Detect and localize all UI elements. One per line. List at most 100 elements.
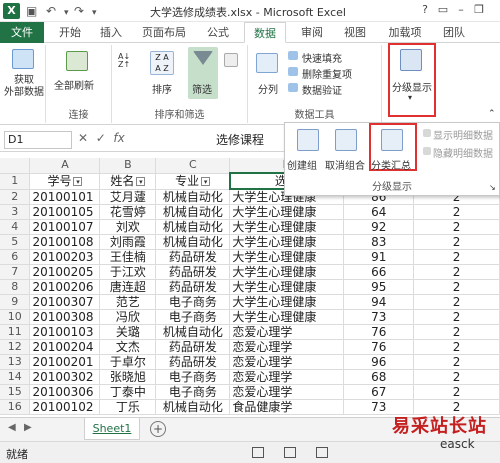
tab-file[interactable]: 文件 xyxy=(0,22,44,43)
table-cell[interactable]: 20100205 xyxy=(29,264,101,280)
tab-add-ins[interactable]: 加载项 xyxy=(382,22,428,43)
outline-button[interactable]: 分级显示 xyxy=(392,79,432,94)
tab-home[interactable]: 开始 xyxy=(52,22,88,43)
header-cell-id[interactable]: 学号 ▾ xyxy=(29,173,101,190)
table-cell[interactable]: 91 xyxy=(343,249,415,265)
help-icon[interactable]: ? xyxy=(416,1,434,19)
table-cell[interactable]: 2 xyxy=(413,219,500,235)
sort-az-icon[interactable]: A↓ Z↑ xyxy=(118,53,138,69)
table-cell[interactable]: 于江欢 xyxy=(99,264,157,280)
row-header[interactable]: 16 xyxy=(0,399,31,415)
row-header[interactable]: 4 xyxy=(0,219,31,235)
table-cell[interactable]: 大学生心理健康 xyxy=(229,279,345,295)
table-cell[interactable]: 食品健康学 xyxy=(229,399,345,415)
filter-dropdown-icon[interactable]: ▾ xyxy=(201,177,211,186)
sort-button[interactable]: 排序 xyxy=(152,81,172,96)
cell-table[interactable]: A B C D 1 学号▾ 姓名▾ 专业▾ 选修 220100101艾月蘧机械自… xyxy=(0,158,500,415)
table-cell[interactable]: 张晓旭 xyxy=(99,369,157,385)
formula-input[interactable]: 选修课程 xyxy=(216,131,284,149)
table-cell[interactable]: 20100101 xyxy=(29,189,101,205)
table-cell[interactable]: 恋爱心理学 xyxy=(229,354,345,370)
row-header[interactable]: 9 xyxy=(0,294,31,310)
minimize-icon[interactable]: – xyxy=(452,1,470,19)
table-cell[interactable]: 机械自动化 xyxy=(155,324,231,340)
enter-icon[interactable]: ✓ xyxy=(96,131,106,145)
row-header[interactable]: 8 xyxy=(0,279,31,295)
table-cell[interactable]: 20100107 xyxy=(29,219,101,235)
tab-data[interactable]: 数据 xyxy=(244,22,286,43)
table-cell[interactable]: 文杰 xyxy=(99,339,157,355)
column-header-a[interactable]: A xyxy=(29,158,101,174)
table-cell[interactable]: 2 xyxy=(413,384,500,400)
save-icon[interactable]: ▣ xyxy=(26,3,37,19)
table-cell[interactable]: 67 xyxy=(343,384,415,400)
table-cell[interactable]: 2 xyxy=(413,369,500,385)
table-cell[interactable]: 花雪婷 xyxy=(99,204,157,220)
table-cell[interactable]: 2 xyxy=(413,309,500,325)
table-cell[interactable]: 大学生心理健康 xyxy=(229,219,345,235)
tab-page-layout[interactable]: 页面布局 xyxy=(135,22,193,43)
row-header[interactable]: 7 xyxy=(0,264,31,280)
table-cell[interactable]: 药品研发 xyxy=(155,264,231,280)
table-cell[interactable]: 73 xyxy=(343,309,415,325)
table-cell[interactable]: 20100103 xyxy=(29,324,101,340)
subtotal-button[interactable]: 分类汇总 xyxy=(371,157,411,172)
table-cell[interactable]: 电子商务 xyxy=(155,294,231,310)
show-detail-button[interactable]: 显示明细数据 xyxy=(433,127,493,142)
table-cell[interactable]: 大学生心理健康 xyxy=(229,264,345,280)
redo-icon[interactable]: ↷ xyxy=(74,3,84,19)
refresh-all-button[interactable]: 全部刷新 xyxy=(54,77,94,92)
table-cell[interactable]: 冯欣 xyxy=(99,309,157,325)
table-cell[interactable]: 王佳楠 xyxy=(99,249,157,265)
table-cell[interactable]: 20100302 xyxy=(29,369,101,385)
table-cell[interactable]: 大学生心理健康 xyxy=(229,294,345,310)
filter-dropdown-icon[interactable]: ▾ xyxy=(136,177,146,186)
table-cell[interactable]: 恋爱心理学 xyxy=(229,384,345,400)
row-header[interactable]: 10 xyxy=(0,309,31,325)
table-cell[interactable]: 2 xyxy=(413,339,500,355)
restore-icon[interactable]: ❐ xyxy=(470,1,488,19)
name-box[interactable]: D1 xyxy=(4,131,72,149)
table-cell[interactable]: 药品研发 xyxy=(155,339,231,355)
table-cell[interactable]: 64 xyxy=(343,204,415,220)
row-header[interactable]: 1 xyxy=(0,173,31,190)
table-cell[interactable]: 83 xyxy=(343,234,415,250)
row-header[interactable]: 14 xyxy=(0,369,31,385)
table-cell[interactable]: 于卓尔 xyxy=(99,354,157,370)
table-cell[interactable]: 20100203 xyxy=(29,249,101,265)
table-cell[interactable]: 大学生心理健康 xyxy=(229,204,345,220)
table-cell[interactable]: 2 xyxy=(413,354,500,370)
table-cell[interactable]: 20100307 xyxy=(29,294,101,310)
table-cell[interactable]: 机械自动化 xyxy=(155,204,231,220)
table-cell[interactable]: 药品研发 xyxy=(155,249,231,265)
table-cell[interactable]: 94 xyxy=(343,294,415,310)
table-cell[interactable]: 机械自动化 xyxy=(155,399,231,415)
table-cell[interactable]: 95 xyxy=(343,279,415,295)
table-cell[interactable]: 郭磊 xyxy=(99,414,157,415)
row-header[interactable]: 12 xyxy=(0,339,31,355)
hide-detail-button[interactable]: 隐藏明细数据 xyxy=(433,145,493,160)
table-cell[interactable]: 电子商务 xyxy=(155,369,231,385)
undo-icon[interactable]: ↶ xyxy=(46,3,56,19)
table-cell[interactable]: 艾月蘧 xyxy=(99,189,157,205)
table-cell[interactable]: 20100206 xyxy=(29,279,101,295)
table-cell[interactable]: 96 xyxy=(343,354,415,370)
table-cell[interactable]: 2 xyxy=(413,264,500,280)
table-cell[interactable]: 恋爱心理学 xyxy=(229,339,345,355)
table-cell[interactable]: 2 xyxy=(413,249,500,265)
table-cell[interactable]: 2 xyxy=(413,324,500,340)
table-cell[interactable]: 92 xyxy=(343,219,415,235)
row-header[interactable]: 6 xyxy=(0,249,31,265)
worksheet-grid[interactable]: A B C D 1 学号▾ 姓名▾ 专业▾ 选修 220100101艾月蘧机械自… xyxy=(0,158,500,415)
tab-team[interactable]: 团队 xyxy=(436,22,472,43)
group-button[interactable]: 创建组 xyxy=(287,157,317,172)
table-cell[interactable]: 机械自动化 xyxy=(155,219,231,235)
row-header[interactable]: 11 xyxy=(0,324,31,340)
cancel-icon[interactable]: ✕ xyxy=(78,131,88,145)
table-cell[interactable]: 20100104 xyxy=(29,414,101,415)
next-sheet-icon[interactable]: ▶ xyxy=(24,422,32,433)
excel-app-icon[interactable]: X xyxy=(3,3,20,19)
table-cell[interactable]: 恋爱心理学 xyxy=(229,369,345,385)
row-header[interactable]: 13 xyxy=(0,354,31,370)
select-all-corner[interactable] xyxy=(0,158,31,174)
